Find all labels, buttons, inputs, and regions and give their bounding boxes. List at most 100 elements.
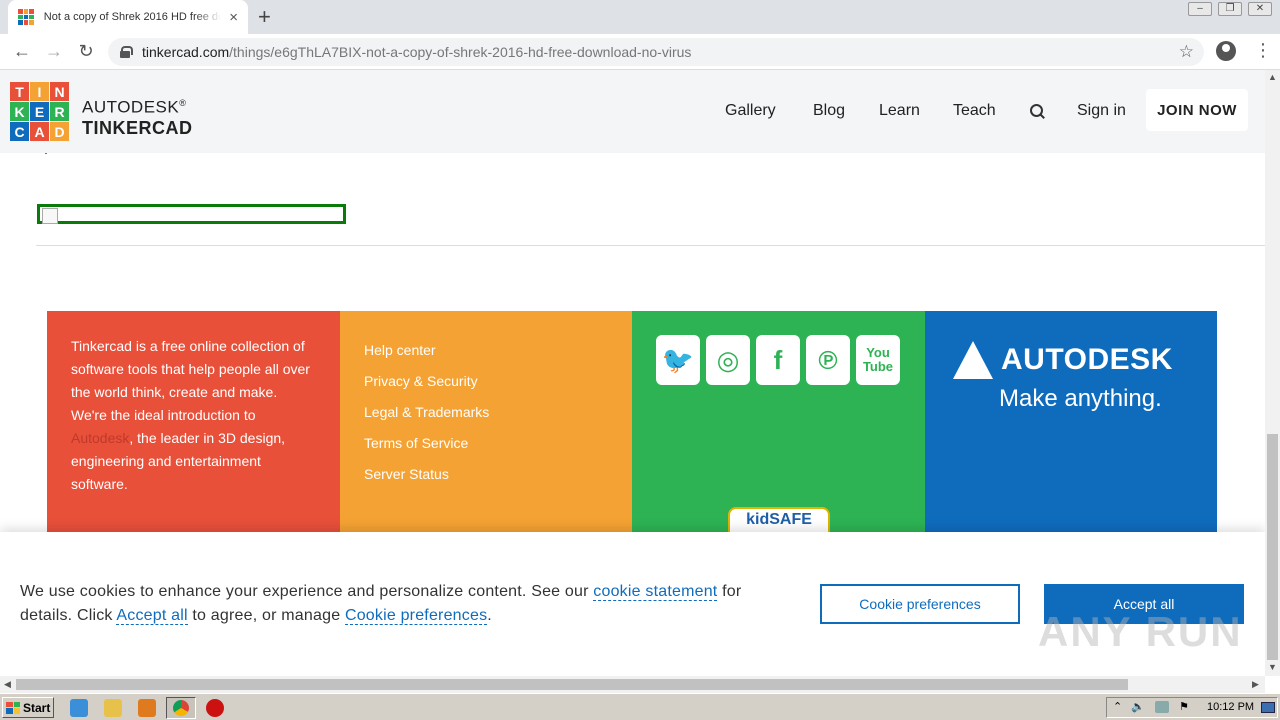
url-host: tinkercad.com — [142, 44, 230, 60]
footer-links: Help center Privacy & Security Legal & T… — [340, 311, 632, 535]
file-explorer-icon[interactable] — [104, 699, 122, 717]
brand-reg-mark: ® — [179, 98, 187, 108]
windows-taskbar: Start ⌃ 🔈 ⚑ 10:12 PM — [0, 693, 1280, 720]
show-desktop-icon[interactable] — [1261, 702, 1275, 713]
browser-toolbar: ← → ↻ tinkercad.com/things/e6gThLA7BIX-n… — [0, 34, 1280, 70]
footer-link-legal[interactable]: Legal & Trademarks — [364, 397, 608, 428]
nav-sign-in[interactable]: Sign in — [1077, 102, 1126, 120]
system-tray: ⌃ 🔈 ⚑ 10:12 PM — [1106, 697, 1278, 718]
volume-icon[interactable]: 🔈 — [1131, 700, 1145, 713]
restore-button[interactable]: ❐ — [1218, 2, 1242, 16]
cookie-text-4: . — [487, 607, 492, 624]
anyrun-watermark: ANY RUN — [1038, 608, 1243, 655]
brand-tinkercad: TINKERCAD — [82, 117, 193, 138]
cookie-text-3: to agree, or manage — [187, 607, 345, 624]
lock-icon — [120, 46, 133, 58]
minimize-button[interactable]: – — [1188, 2, 1212, 16]
section-divider — [36, 245, 1265, 246]
logo-letter: E — [30, 102, 49, 121]
cookie-preferences-link[interactable]: Cookie preferences — [344, 607, 488, 625]
autodesk-wordmark: AUTODESK — [1001, 343, 1173, 376]
footer-about: Tinkercad is a free online collection of… — [47, 311, 340, 535]
stop-icon[interactable] — [206, 699, 224, 717]
browser-tab[interactable]: Not a copy of Shrek 2016 HD free downloa… — [8, 0, 248, 34]
logo-letter: K — [10, 102, 29, 121]
internet-explorer-icon[interactable] — [70, 699, 88, 717]
close-window-button[interactable]: ✕ — [1248, 2, 1272, 16]
autodesk-triangle-icon — [953, 341, 993, 379]
footer-autodesk: AUTODESK Make anything. — [925, 311, 1217, 535]
horizontal-scroll-thumb[interactable] — [16, 679, 1128, 690]
chrome-taskbar-button[interactable] — [166, 697, 196, 719]
join-now-button[interactable]: JOIN NOW — [1146, 89, 1248, 131]
about-text: Tinkercad is a free online collection of… — [71, 338, 310, 423]
brand-autodesk: AUTODESK — [82, 97, 180, 117]
cookie-text-1: We use cookies to enhance your experienc… — [20, 583, 594, 600]
action-center-flag-icon[interactable]: ⚑ — [1179, 700, 1189, 713]
logo-letter: N — [50, 82, 69, 101]
scroll-right-icon[interactable]: ▶ — [1252, 679, 1259, 690]
search-icon[interactable] — [1030, 104, 1044, 118]
logo-letter: A — [30, 122, 49, 141]
logo-letter: C — [10, 122, 29, 141]
cookie-statement-link[interactable]: cookie statement — [593, 583, 718, 601]
tinkercad-favicon-icon — [18, 9, 34, 25]
footer-link-privacy[interactable]: Privacy & Security — [364, 366, 608, 397]
cookie-preferences-button[interactable]: Cookie preferences — [820, 584, 1020, 624]
address-bar[interactable]: tinkercad.com/things/e6gThLA7BIX-not-a-c… — [108, 38, 1204, 66]
url-path: /things/e6gThLA7BIX-not-a-copy-of-shrek-… — [229, 44, 692, 60]
nav-learn[interactable]: Learn — [879, 102, 920, 120]
reload-button[interactable]: ↻ — [70, 41, 102, 62]
tab-strip: Not a copy of Shrek 2016 HD free downloa… — [0, 0, 1280, 34]
autodesk-logo[interactable]: AUTODESK — [953, 341, 1173, 379]
logo-letter: I — [30, 82, 49, 101]
footer-link-server-status[interactable]: Server Status — [364, 459, 608, 490]
tray-expand-icon[interactable]: ⌃ — [1113, 700, 1122, 713]
back-button[interactable]: ← — [6, 41, 38, 62]
accept-all-link[interactable]: Accept all — [116, 607, 188, 625]
new-tab-button[interactable]: + — [258, 4, 271, 30]
facebook-icon[interactable]: f — [756, 335, 800, 385]
chrome-icon — [173, 700, 189, 716]
autodesk-tagline: Make anything. — [999, 385, 1162, 412]
browser-menu-icon[interactable]: ⋮ — [1254, 40, 1272, 61]
vertical-scrollbar[interactable]: ▲ ▼ — [1265, 70, 1280, 676]
footer-link-terms[interactable]: Terms of Service — [364, 428, 608, 459]
start-button[interactable]: Start — [2, 697, 54, 718]
nav-blog[interactable]: Blog — [813, 102, 845, 120]
profile-avatar-icon[interactable] — [1216, 41, 1236, 61]
horizontal-scrollbar[interactable]: ◀ ▶ — [0, 676, 1265, 693]
cookie-banner: We use cookies to enhance your experienc… — [0, 532, 1265, 676]
site-header: T I N K E R C A D AUTODESK® TINKERCAD Ga… — [0, 70, 1265, 153]
nav-gallery[interactable]: Gallery — [725, 102, 776, 120]
tab-title: Not a copy of Shrek 2016 HD free downloa… — [43, 11, 222, 23]
logo-letter: T — [10, 82, 29, 101]
twitter-icon[interactable]: 🐦 — [656, 335, 700, 385]
scroll-down-icon[interactable]: ▼ — [1268, 662, 1277, 672]
start-label: Start — [23, 700, 51, 715]
tab-close-icon[interactable]: × — [229, 9, 238, 26]
logo-letter: R — [50, 102, 69, 121]
footer-social: 🐦 ◎ f ℗ You Tube kidSAFE — [632, 311, 925, 537]
vertical-scroll-thumb[interactable] — [1267, 434, 1278, 660]
window-controls: – ❐ ✕ — [1188, 2, 1272, 16]
scroll-up-icon[interactable]: ▲ — [1268, 72, 1277, 82]
autodesk-link[interactable]: Autodesk — [71, 430, 129, 446]
footer-link-help-center[interactable]: Help center — [364, 335, 608, 366]
media-player-icon[interactable] — [138, 699, 156, 717]
network-icon[interactable] — [1155, 701, 1169, 713]
youtube-icon[interactable]: You Tube — [856, 335, 900, 385]
forward-button[interactable]: → — [38, 41, 70, 62]
windows-logo-icon — [6, 701, 20, 714]
instagram-icon[interactable]: ◎ — [706, 335, 750, 385]
nav-teach[interactable]: Teach — [953, 102, 996, 120]
brand-wordmark[interactable]: AUTODESK® TINKERCAD — [82, 93, 193, 138]
scroll-left-icon[interactable]: ◀ — [4, 679, 11, 690]
tinkercad-logo[interactable]: T I N K E R C A D — [10, 82, 69, 141]
logo-letter: D — [50, 122, 69, 141]
bookmark-star-icon[interactable]: ☆ — [1179, 42, 1194, 62]
remix-source-thumbnail[interactable] — [37, 204, 346, 224]
taskbar-clock[interactable]: 10:12 PM — [1207, 701, 1254, 713]
page-viewport: T I N K E R C A D AUTODESK® TINKERCAD Ga… — [0, 70, 1265, 676]
pinterest-icon[interactable]: ℗ — [806, 335, 850, 385]
